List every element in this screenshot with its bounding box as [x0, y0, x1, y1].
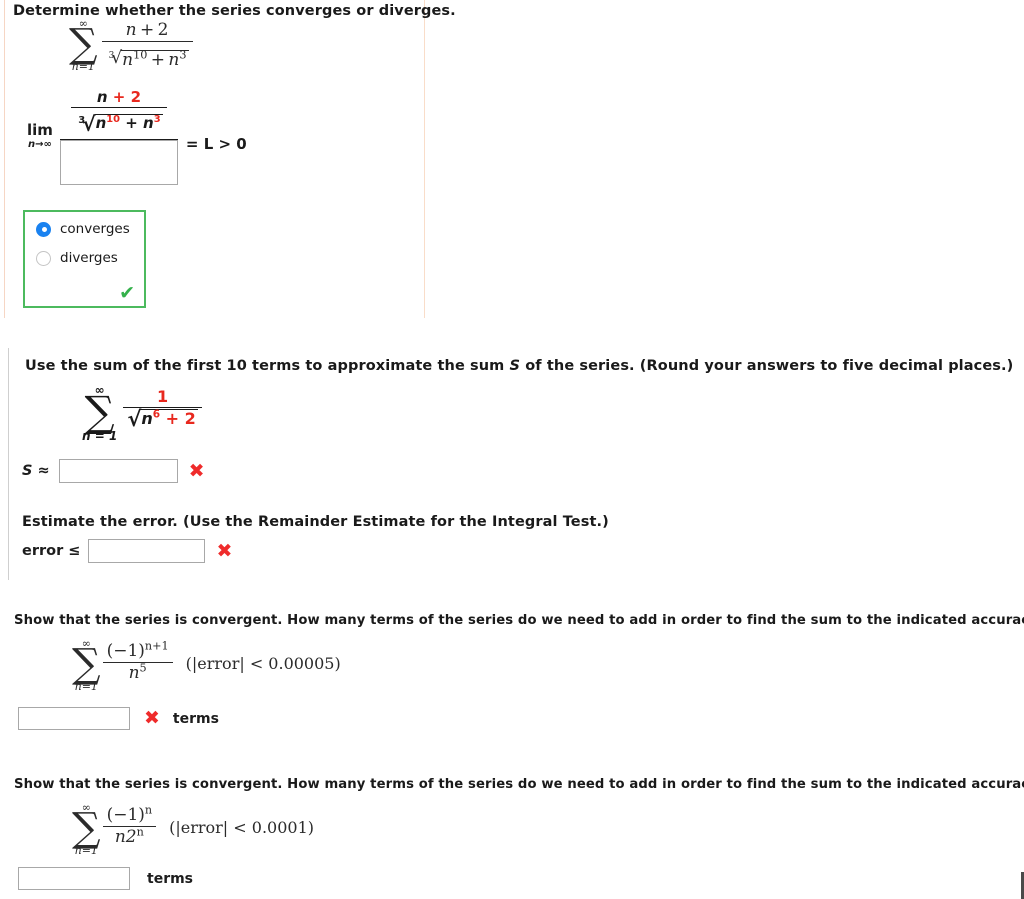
sigma-glyph: ∑	[72, 641, 101, 687]
summation-symbol: ∞ ∑ n=1	[72, 801, 101, 858]
choice-converges[interactable]: converges	[36, 221, 144, 237]
choice-label-converges: converges	[60, 221, 130, 237]
series-numerator: 1	[156, 387, 169, 407]
series-denominator: n2n	[114, 824, 144, 847]
question-3-prompt: Estimate the error. (Use the Remainder E…	[22, 514, 609, 530]
question-4-answer-input[interactable]	[18, 707, 130, 730]
incorrect-x-icon: ✖	[216, 539, 233, 562]
question-4-prompt: Show that the series is convergent. How …	[14, 613, 1024, 628]
question-2-answer-row: S ≈ ✖	[22, 459, 205, 483]
cube-root: 3 √ n10 + n3	[108, 47, 189, 70]
summation-symbol: ∞ ∑ n=1	[69, 17, 98, 74]
limit-result-text: = L > 0	[185, 134, 247, 153]
series-numerator: (−1)n+1	[106, 638, 169, 661]
radio-button-selected-icon[interactable]	[36, 221, 51, 237]
correct-check-icon: ✔	[119, 282, 135, 304]
question-5-answer-row: terms	[18, 867, 193, 890]
series-fraction: 1 √ n6 + 2	[123, 387, 202, 431]
limit-fraction-numerator: n + 2 3 √ n10 + n3	[61, 88, 176, 136]
question-3-answer-input[interactable]	[88, 539, 206, 563]
choice-label-diverges: diverges	[60, 250, 118, 266]
limit-operator: lim n→∞	[27, 121, 53, 151]
question-3-answer-row: error ≤ ✖	[22, 539, 232, 563]
question-5-series-formula: ∞ ∑ n=1 (−1)n n2n (|error| < 0.0001)	[72, 802, 314, 856]
series-denominator: 3 √ n10 + n3	[102, 43, 193, 70]
limit-fraction: n + 2 3 √ n10 + n3	[59, 88, 178, 186]
question-1-panel: Determine whether the series converges o…	[4, 0, 456, 318]
question-4-answer-unit: terms	[172, 710, 219, 727]
question-4-accuracy-condition: (|error| < 0.00005)	[185, 653, 341, 673]
question-5-answer-input[interactable]	[18, 867, 130, 890]
summation-symbol: ∞ ∑ n = 1	[82, 383, 118, 443]
question-5-accuracy-condition: (|error| < 0.0001)	[169, 817, 314, 837]
question-2-prompt: Use the sum of the first 10 terms to app…	[25, 357, 1013, 376]
question-1-limit-expression: lim n→∞ n + 2 3 √ n10 + n3 = L > 0	[27, 88, 247, 186]
series-fraction: (−1)n n2n	[102, 802, 157, 847]
question-2-prompt-after: of the series. (Round your answers to fi…	[520, 358, 1014, 374]
series-denominator: √ n6 + 2	[123, 406, 201, 431]
question-4-series-formula: ∞ ∑ n=1 (−1)n+1 n5 (|error| < 0.00005)	[72, 638, 341, 692]
series-denominator: n5	[128, 660, 147, 683]
series-numerator: n + 2	[125, 19, 169, 40]
question-5-prompt: Show that the series is convergent. How …	[14, 777, 1024, 792]
question-4-answer-row: ✖ terms	[18, 707, 219, 730]
fraction-bar	[101, 40, 193, 42]
question-2-answer-label: S ≈	[22, 463, 50, 479]
question-1-series-formula: ∞ ∑ n=1 n + 2 3 √ n10 + n3	[69, 18, 193, 72]
question-1-choice-group: converges diverges ✔	[23, 210, 146, 308]
sigma-glyph: ∑	[69, 21, 98, 67]
radio-button-unselected-icon[interactable]	[36, 250, 51, 266]
choice-diverges[interactable]: diverges	[36, 250, 144, 266]
summation-symbol: ∞ ∑ n=1	[72, 637, 101, 694]
incorrect-x-icon: ✖	[144, 707, 160, 729]
limit-denominator-input[interactable]	[59, 140, 178, 186]
question-3-answer-label: error ≤	[22, 543, 81, 559]
series-fraction: (−1)n+1 n5	[102, 638, 173, 683]
sigma-glyph: ∑	[72, 805, 101, 851]
incorrect-x-icon: ✖	[188, 459, 205, 482]
question-5-answer-unit: terms	[147, 870, 194, 887]
question-2-answer-input[interactable]	[58, 459, 178, 483]
question-2-series-formula: ∞ ∑ n = 1 1 √ n6 + 2	[82, 384, 202, 442]
sigma-glyph: ∑	[84, 387, 115, 436]
question-2-prompt-variable: S	[509, 358, 521, 374]
series-numerator: (−1)n	[106, 802, 153, 825]
question-2-prompt-before: Use the sum of the first 10 terms to app…	[25, 358, 510, 374]
square-root: √ n6 + 2	[127, 406, 198, 431]
series-fraction: n + 2 3 √ n10 + n3	[101, 19, 193, 70]
